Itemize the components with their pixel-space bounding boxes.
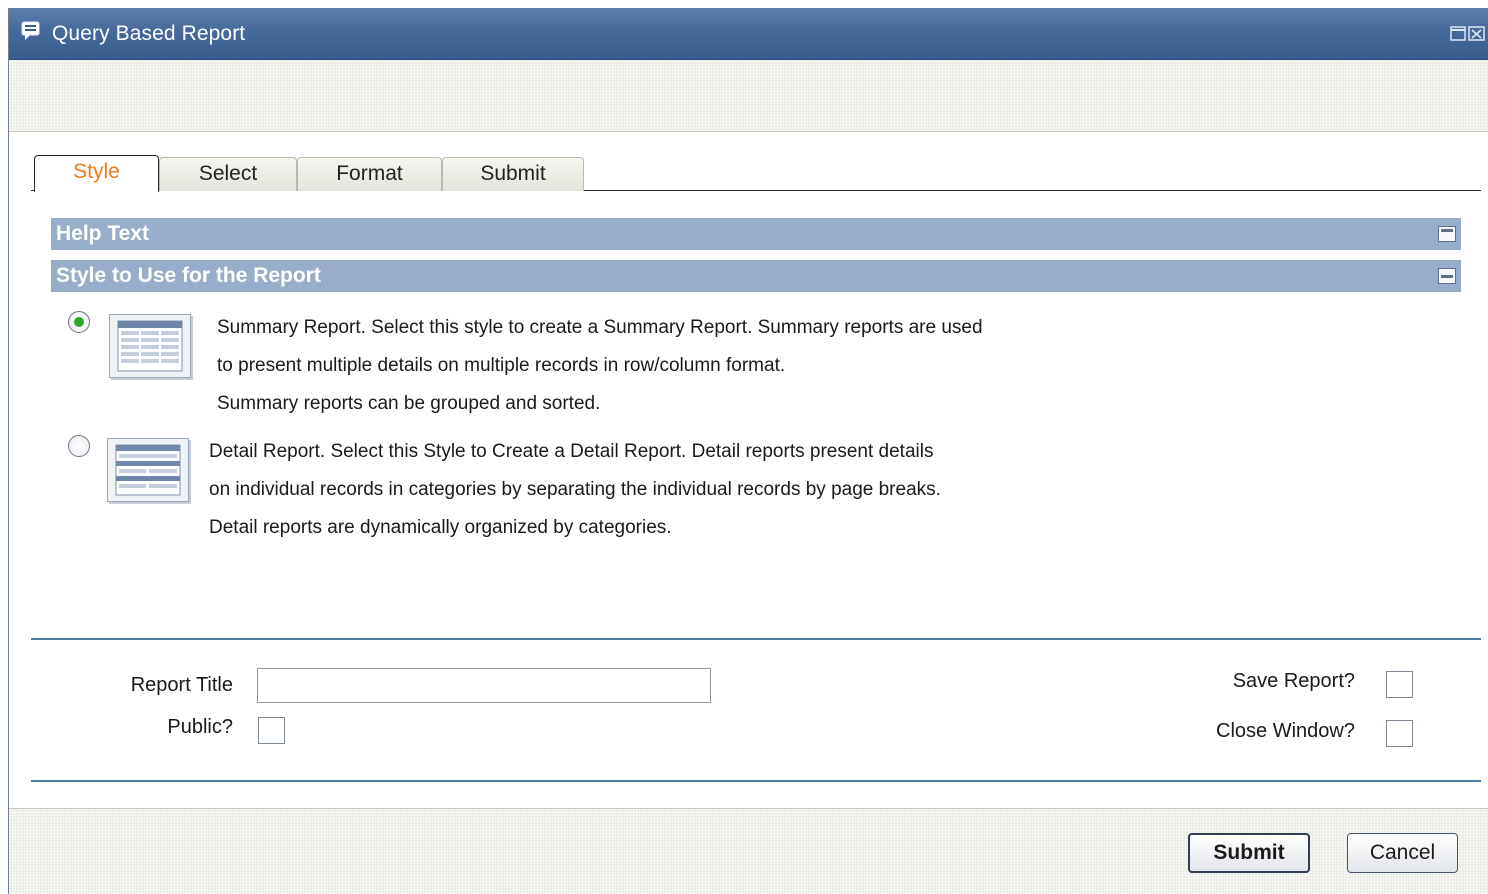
summary-line-2: to present multiple details on multiple … xyxy=(217,355,786,376)
window-title: Query Based Report xyxy=(52,22,246,45)
tab-submit[interactable]: Submit xyxy=(442,157,584,191)
divider-top xyxy=(31,638,1481,640)
summary-report-radio[interactable] xyxy=(68,311,90,333)
query-report-window: Query Based Report Style Select Format S… xyxy=(8,8,1488,894)
detail-line-2: on individual records in categories by s… xyxy=(209,479,941,500)
summary-line-1: Summary Report. Select this style to cre… xyxy=(217,317,983,338)
close-window-checkbox[interactable] xyxy=(1386,720,1413,747)
help-text-header[interactable]: Help Text xyxy=(51,218,1461,250)
summary-report-icon xyxy=(109,314,191,378)
summary-grid-icon xyxy=(117,320,183,372)
tab-format[interactable]: Format xyxy=(297,157,442,191)
cancel-button[interactable]: Cancel xyxy=(1347,833,1458,873)
divider-bottom xyxy=(31,780,1481,782)
toolbar-area xyxy=(9,60,1488,132)
detail-grid-icon xyxy=(115,444,181,496)
tab-select[interactable]: Select xyxy=(159,157,297,191)
title-bar: Query Based Report xyxy=(9,8,1488,60)
report-icon xyxy=(21,21,40,40)
style-section-title: Style to Use for the Report xyxy=(56,264,321,287)
public-label: Public? xyxy=(167,716,233,738)
save-report-label: Save Report? xyxy=(1232,670,1355,692)
submit-button[interactable]: Submit xyxy=(1188,833,1310,873)
public-checkbox[interactable] xyxy=(258,717,285,744)
report-title-input[interactable] xyxy=(257,668,711,703)
detail-line-3: Detail reports are dynamically organized… xyxy=(209,517,672,538)
detail-line-1: Detail Report. Select this Style to Crea… xyxy=(209,441,934,462)
style-section-header[interactable]: Style to Use for the Report xyxy=(51,260,1461,292)
tab-strip: Style Select Format Submit xyxy=(31,155,1481,192)
help-text-title: Help Text xyxy=(56,222,149,245)
save-report-checkbox[interactable] xyxy=(1386,671,1413,698)
detail-report-icon xyxy=(107,438,189,502)
close-window-label: Close Window? xyxy=(1216,720,1355,742)
tab-style[interactable]: Style xyxy=(34,155,159,192)
detail-report-description: Detail Report. Select this Style to Crea… xyxy=(209,433,941,547)
summary-line-3: Summary reports can be grouped and sorte… xyxy=(217,393,601,414)
summary-report-description: Summary Report. Select this style to cre… xyxy=(217,309,983,423)
minimize-icon[interactable] xyxy=(1438,268,1456,284)
maximize-icon[interactable] xyxy=(1438,226,1456,242)
report-title-label: Report Title xyxy=(130,674,233,696)
detail-report-radio[interactable] xyxy=(68,435,90,457)
restore-close-icon[interactable] xyxy=(1450,25,1486,43)
